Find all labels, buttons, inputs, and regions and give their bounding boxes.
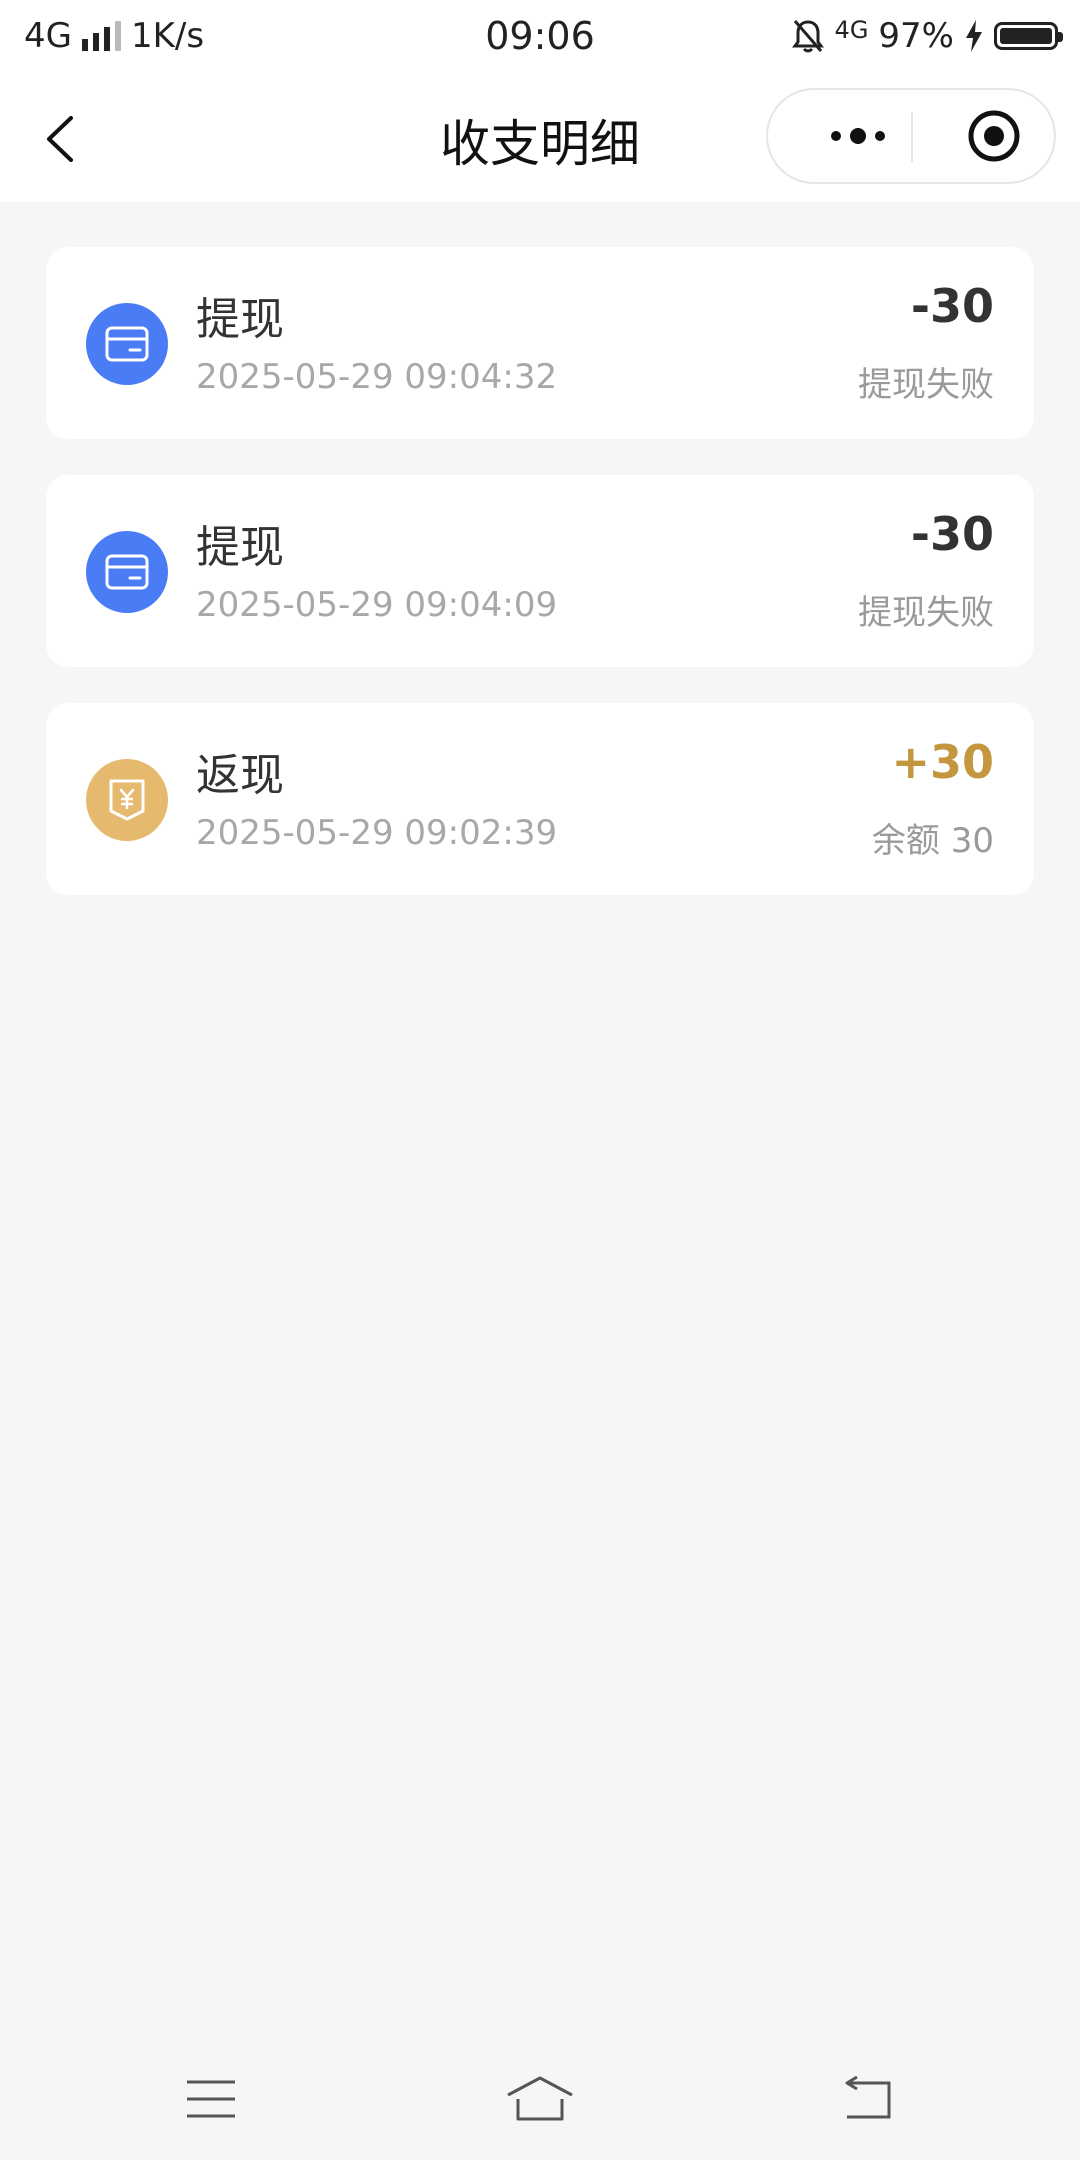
transaction-item[interactable]: 提现 2025-05-29 09:04:09 -30 提现失败 (46, 475, 1034, 667)
transaction-title: 提现 (196, 522, 284, 573)
card-icon (86, 531, 168, 613)
transaction-time: 2025-05-29 09:02:39 (196, 813, 558, 853)
home-icon (507, 2076, 573, 2121)
target-close-icon (968, 110, 1020, 162)
transaction-time: 2025-05-29 09:04:32 (196, 357, 558, 397)
transaction-item[interactable]: 返现 2025-05-29 09:02:39 +30 余额 30 (46, 703, 1034, 895)
more-dots-icon (831, 128, 885, 144)
mini-program-capsule (766, 88, 1056, 184)
transaction-amount: +30 (891, 735, 994, 789)
menu-icon (187, 2080, 235, 2118)
transaction-title: 返现 (196, 750, 284, 801)
transaction-status: 提现失败 (858, 593, 994, 633)
nav-bar: 收支明细 (0, 74, 1080, 202)
transaction-list: 提现 2025-05-29 09:04:32 -30 提现失败 提现 2025-… (46, 247, 1034, 931)
network-type-right: 4G (834, 16, 869, 44)
home-button[interactable] (495, 2064, 585, 2134)
charging-icon (966, 20, 982, 52)
transaction-time: 2025-05-29 09:04:09 (196, 585, 558, 625)
more-button[interactable] (808, 90, 908, 182)
status-bar: 4G 1K/s 09:06 4G 97% (0, 0, 1080, 74)
transaction-item[interactable]: 提现 2025-05-29 09:04:32 -30 提现失败 (46, 247, 1034, 439)
bell-off-icon (791, 20, 824, 53)
transaction-amount: -30 (910, 279, 994, 333)
return-button[interactable] (824, 2064, 914, 2134)
close-button[interactable] (944, 90, 1044, 182)
transaction-status: 余额 30 (871, 821, 994, 861)
transaction-status: 提现失败 (858, 365, 994, 405)
battery-icon (994, 22, 1063, 50)
transaction-amount: -30 (910, 507, 994, 561)
system-nav-bar (0, 2040, 1080, 2160)
menu-button[interactable] (166, 2064, 256, 2134)
return-icon (845, 2075, 891, 2119)
yuan-badge-icon (86, 759, 168, 841)
battery-percent: 97% (878, 16, 954, 56)
status-right: 4G 97% (791, 16, 1063, 56)
card-icon (86, 303, 168, 385)
capsule-divider (911, 112, 913, 162)
transaction-title: 提现 (196, 294, 284, 345)
